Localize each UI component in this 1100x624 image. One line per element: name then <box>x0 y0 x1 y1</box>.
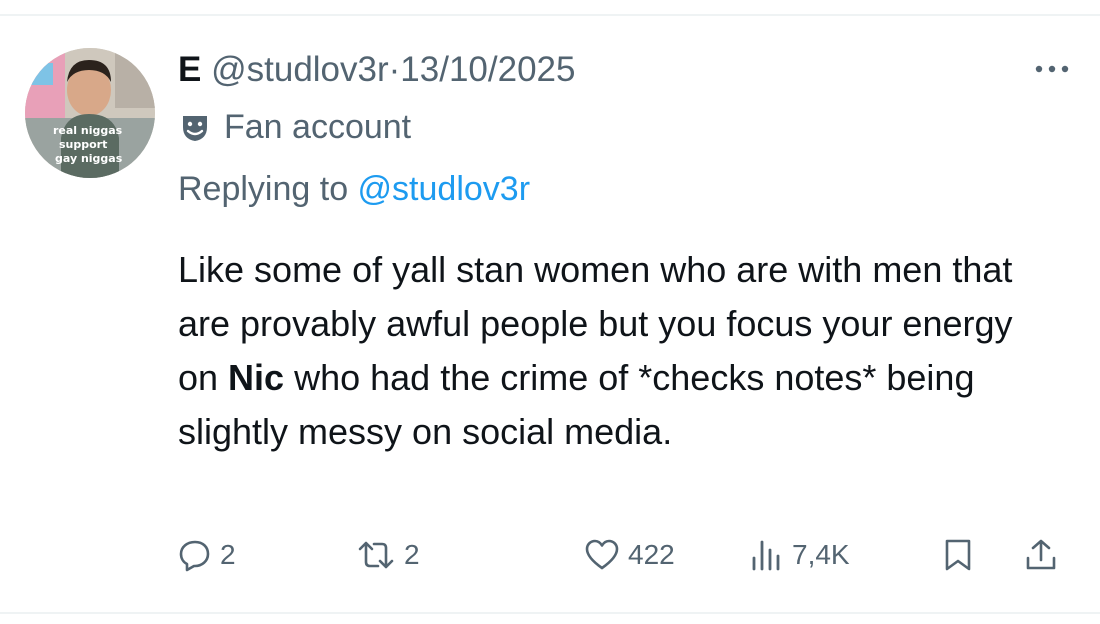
tweet-header: E @studlov3r·13/10/2025 <box>178 50 575 90</box>
like-count: 422 <box>628 539 675 570</box>
repost-count: 2 <box>404 539 420 570</box>
account-label-text: Fan account <box>224 108 412 146</box>
repost-icon <box>358 541 394 569</box>
tweet-date[interactable]: 13/10/2025 <box>400 50 575 89</box>
avatar[interactable]: real niggas support gay niggas <box>25 48 155 178</box>
tweet-text-part-2: who had the crime of *checks notes* bein… <box>178 357 975 452</box>
like-icon <box>585 539 619 570</box>
reply-count: 2 <box>220 539 236 570</box>
top-divider <box>0 14 1100 16</box>
bottom-divider <box>0 612 1100 614</box>
more-icon <box>1035 65 1069 73</box>
replying-to: Replying to @studlov3r <box>178 170 530 209</box>
tweet-actions: 2 2 422 7,4K <box>0 536 1100 580</box>
bookmark-button[interactable] <box>942 538 974 572</box>
avatar-caption-3: gay niggas <box>55 152 123 165</box>
like-button[interactable]: 422 <box>584 538 675 572</box>
reply-button[interactable]: 2 <box>178 538 236 572</box>
avatar-image: real niggas support gay niggas <box>25 48 155 178</box>
more-options-button[interactable] <box>1030 54 1074 84</box>
views-button[interactable]: 7,4K <box>750 538 850 572</box>
author-handle[interactable]: @studlov3r <box>211 50 389 89</box>
avatar-caption-1: real niggas <box>53 124 123 137</box>
bookmark-icon <box>945 539 971 571</box>
share-icon <box>1026 539 1056 570</box>
header-separator: · <box>388 50 401 89</box>
avatar-caption-2: support <box>59 138 107 151</box>
share-button[interactable] <box>1024 538 1058 572</box>
author-display-name[interactable]: E <box>178 50 201 89</box>
repost-button[interactable]: 2 <box>356 538 420 572</box>
fan-account-icon <box>183 115 207 141</box>
views-icon <box>752 540 780 571</box>
reply-icon <box>179 540 210 572</box>
replying-to-prefix: Replying to <box>178 170 358 208</box>
account-label[interactable]: Fan account <box>180 108 411 147</box>
tweet-text-bold: Nic <box>228 357 285 398</box>
tweet-text: Like some of yall stan women who are wit… <box>178 243 1058 459</box>
replying-to-handle[interactable]: @studlov3r <box>358 170 530 208</box>
views-count: 7,4K <box>792 539 850 570</box>
